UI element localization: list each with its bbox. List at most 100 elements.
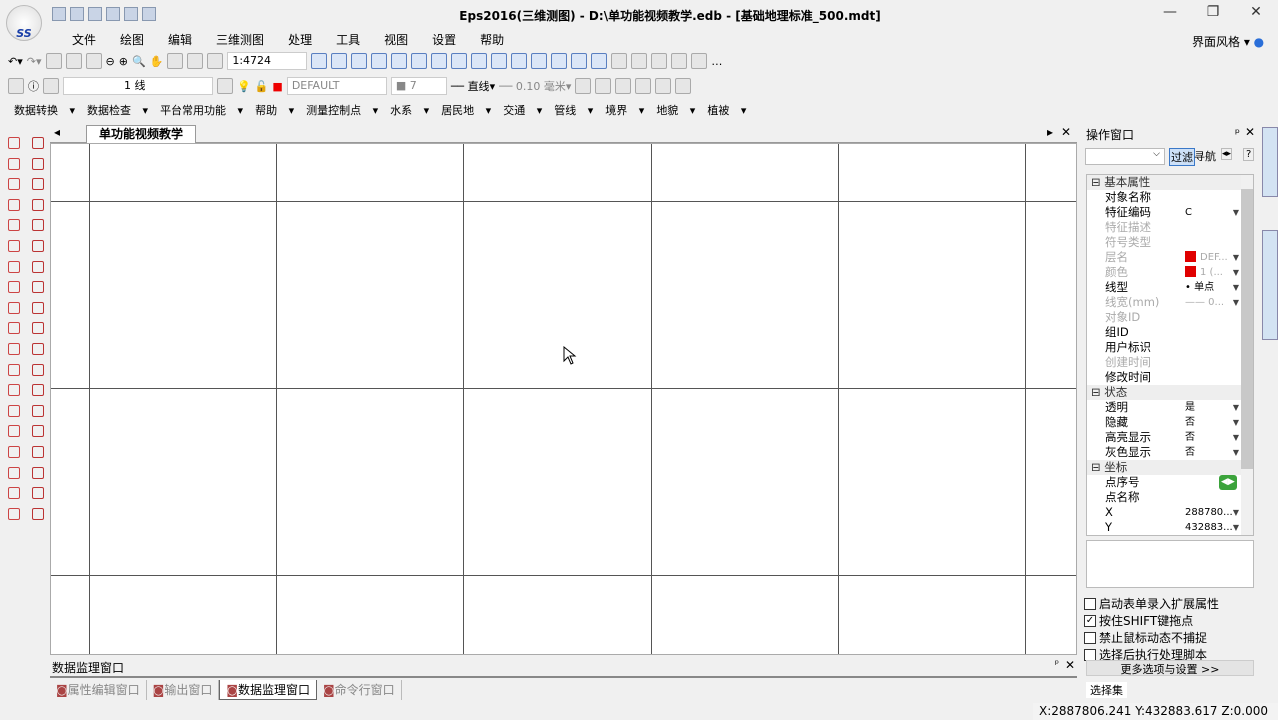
menu-view[interactable]: 视图 [372, 32, 420, 48]
code-select[interactable]: 1 线 [63, 77, 213, 95]
minimize-button[interactable]: — [1150, 4, 1190, 20]
symbol-tool-icon[interactable] [8, 466, 20, 479]
property-row[interactable]: 透明 是 ▼ [1087, 400, 1253, 415]
target-tool-icon[interactable] [32, 507, 44, 520]
checkbox-box[interactable]: ✓ [1084, 614, 1096, 627]
property-row[interactable]: Y 432883... ▼ [1087, 520, 1253, 535]
color-select[interactable]: ■ 7 [390, 77, 447, 95]
box-tool-icon[interactable] [32, 137, 44, 149]
polygon-tool-icon[interactable] [8, 198, 20, 211]
star-tool-icon[interactable] [32, 425, 44, 438]
rotate-tool-icon[interactable] [32, 157, 44, 170]
ui-style-menu[interactable]: 界面风格 ▾ ● [1192, 33, 1264, 50]
table-fill-icon[interactable] [371, 53, 388, 69]
property-row[interactable]: 点序号 ◀▶ [1087, 475, 1253, 490]
property-row[interactable]: 修改时间 [1087, 370, 1253, 385]
property-group[interactable]: ⊟ 状态 [1087, 385, 1253, 400]
mirror-tool-icon[interactable] [8, 363, 20, 376]
property-row[interactable]: 符号类型 [1087, 235, 1253, 250]
dropdown-icon[interactable]: ▼ [1233, 250, 1239, 265]
close-doc-icon[interactable]: ✕ [1061, 125, 1071, 139]
option-checkbox[interactable]: 禁止鼠标动态不捕捉 [1084, 629, 1207, 646]
table-tool-icon[interactable] [8, 322, 20, 335]
pen-tool-icon[interactable] [32, 260, 44, 273]
zoom-window-icon[interactable]: 🔍 [132, 55, 146, 68]
table-icon[interactable] [351, 53, 368, 69]
tool-icon[interactable] [651, 53, 668, 69]
menu-help2[interactable]: 帮助 ▾ [255, 102, 294, 118]
pan-icon[interactable]: ✋ [150, 55, 164, 68]
dropdown-icon[interactable]: ▼ [1233, 430, 1239, 445]
menu-vegetation[interactable]: 植被 ▾ [707, 102, 746, 118]
menu-edit[interactable]: 编辑 [156, 32, 204, 48]
menu-pipeline[interactable]: 管线 ▾ [554, 102, 593, 118]
help-icon[interactable]: ● [1254, 35, 1264, 49]
cross-tool-icon[interactable] [8, 281, 20, 294]
layer-props-icon[interactable] [43, 78, 59, 94]
menu-water[interactable]: 水系 ▾ [390, 102, 429, 118]
property-row[interactable]: 线宽(mm) —— 0... ▼ [1087, 295, 1253, 310]
checkbox-box[interactable] [1084, 631, 1096, 644]
bottom-tab[interactable]: ◙输出窗口 [147, 680, 220, 700]
text-tool-icon[interactable] [8, 240, 20, 252]
prev-next-icon[interactable]: ◂▸ [1221, 148, 1233, 160]
side-tab-2[interactable] [1262, 230, 1278, 340]
dropdown-icon[interactable]: ▼ [1233, 280, 1239, 295]
scale-select[interactable]: 1:4724 [227, 52, 308, 70]
property-group[interactable]: ⊟ 基本属性 [1087, 175, 1253, 190]
property-row[interactable]: X 288780... ▼ [1087, 505, 1253, 520]
snap1-icon[interactable] [411, 53, 428, 69]
grid-icon[interactable] [311, 53, 328, 69]
chart-tool-icon[interactable] [32, 487, 44, 500]
monitor-icon[interactable] [655, 78, 672, 94]
menu-3d[interactable]: 三维测图 [204, 32, 276, 48]
property-scrollbar[interactable] [1241, 175, 1253, 535]
checkbox-box[interactable] [1084, 597, 1096, 610]
points-icon[interactable] [511, 53, 528, 69]
measure-tool-icon[interactable] [32, 301, 44, 314]
menu-traffic[interactable]: 交通 ▾ [503, 102, 542, 118]
map1-icon[interactable] [611, 53, 628, 69]
property-group[interactable]: ⊟ 坐标 [1087, 460, 1253, 475]
copy-tool-icon[interactable] [8, 343, 20, 355]
bottom-tab[interactable]: ◙数据监理窗口 [219, 680, 318, 700]
linetype-select[interactable]: ── 直线▾ [451, 78, 495, 94]
zoom-in-icon[interactable]: ⊕ [119, 55, 128, 68]
navigate-button[interactable]: 寻航 [1194, 148, 1216, 164]
brush-icon[interactable] [635, 78, 652, 94]
perp-tool-icon[interactable] [32, 404, 44, 417]
filter-tool-icon[interactable] [32, 198, 44, 211]
view-back-icon[interactable] [187, 53, 204, 69]
clock-icon[interactable] [671, 53, 688, 69]
pin-icon[interactable]: ᵖ [1235, 126, 1240, 140]
refresh-icon[interactable] [595, 78, 612, 94]
property-row[interactable]: 点名称 [1087, 490, 1253, 505]
tab-selection-set[interactable]: 选择集 [1086, 682, 1127, 698]
map-canvas[interactable] [50, 143, 1077, 655]
circle-tool-icon[interactable] [32, 343, 44, 355]
delete-tool-icon[interactable] [32, 281, 44, 294]
contour-icon[interactable] [531, 53, 548, 69]
bottom-tab[interactable]: ◙命令行窗口 [317, 680, 402, 700]
line2-tool-icon[interactable] [8, 301, 20, 314]
arc-tool-icon[interactable] [32, 240, 44, 252]
dropdown-icon[interactable]: ▼ [1233, 415, 1239, 430]
property-row[interactable]: 层名 DEF... ▼ [1087, 250, 1253, 265]
rect-tool-icon[interactable] [8, 178, 20, 191]
zoom-out-icon[interactable]: ⊖ [106, 55, 115, 68]
object-type-select[interactable]: ⌵ [1085, 148, 1165, 165]
restore-button[interactable]: ❐ [1193, 4, 1233, 20]
option-checkbox[interactable]: ✓ 按住SHIFT键拖点 [1084, 612, 1193, 629]
property-row[interactable]: 对象ID [1087, 310, 1253, 325]
property-row[interactable]: 隐藏 否 ▼ [1087, 415, 1253, 430]
frame-icon[interactable] [551, 53, 568, 69]
property-row[interactable]: 颜色 1 (... ▼ [1087, 265, 1253, 280]
grid2-icon[interactable] [331, 53, 348, 69]
brush-tool-icon[interactable] [32, 178, 44, 191]
lock-icon[interactable]: 🔓 [255, 80, 269, 93]
frame-tool-icon[interactable] [8, 219, 20, 232]
panel-close-icon[interactable]: ✕ [1245, 125, 1255, 139]
image-tool-icon[interactable] [8, 260, 20, 273]
cut-icon[interactable] [45, 53, 62, 69]
close-button[interactable]: ✕ [1236, 4, 1276, 20]
